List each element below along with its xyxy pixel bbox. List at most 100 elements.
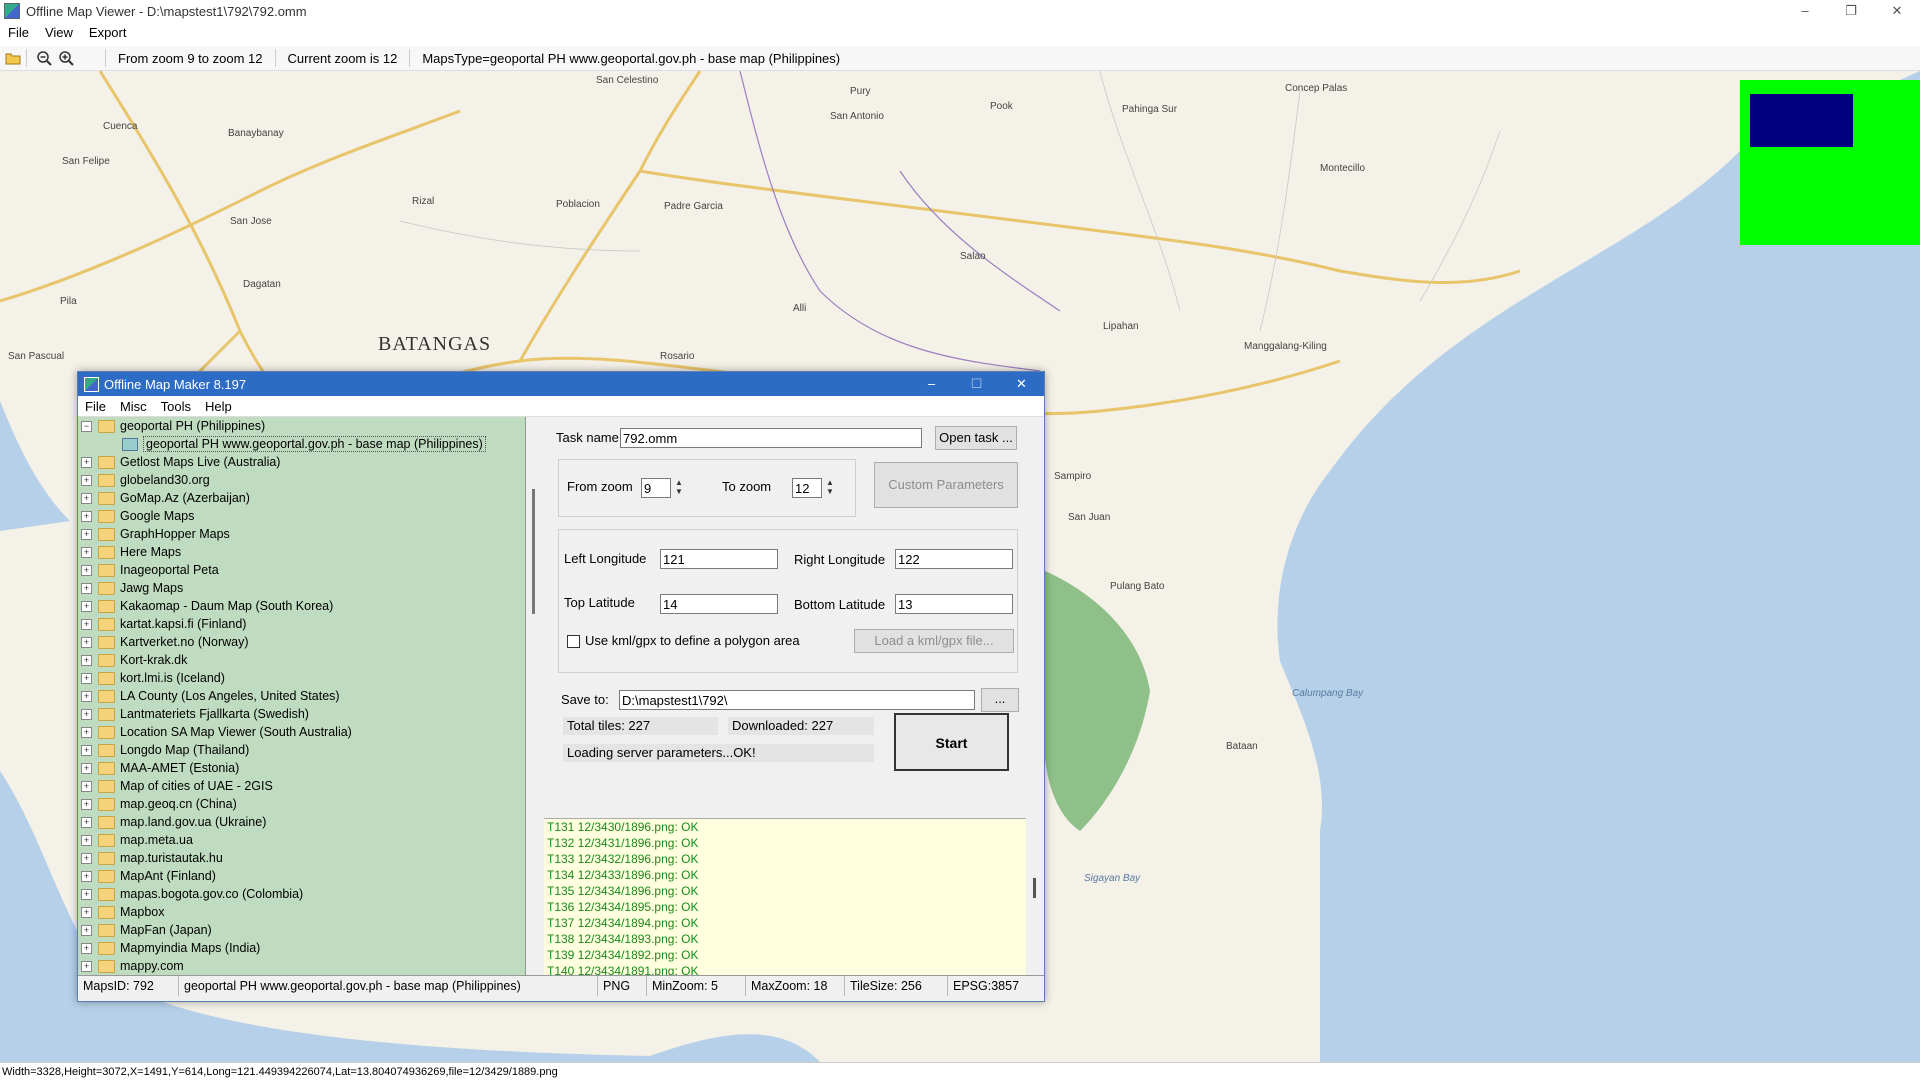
from-zoom-input[interactable]: 9 (641, 478, 671, 498)
tree-scrollbar-thumb[interactable] (532, 489, 535, 614)
close-icon[interactable]: ✕ (1874, 0, 1920, 22)
expand-icon[interactable]: + (81, 528, 92, 540)
dialog-menu-help[interactable]: Help (198, 399, 239, 414)
expand-icon[interactable]: + (81, 942, 92, 954)
to-zoom-spinner-icon[interactable]: ▲ ▼ (824, 478, 836, 498)
zoom-in-icon[interactable] (57, 49, 75, 67)
expand-icon[interactable]: + (81, 474, 92, 486)
dialog-close-icon[interactable]: ✕ (999, 372, 1044, 396)
menu-export[interactable]: Export (81, 25, 135, 40)
tree-node[interactable]: + GoMap.Az (Azerbaijan) (78, 489, 525, 507)
expand-icon[interactable]: + (81, 852, 92, 864)
expand-icon[interactable]: + (81, 510, 92, 522)
tree-node[interactable]: + Kartverket.no (Norway) (78, 633, 525, 651)
tree-scrollbar[interactable] (527, 417, 543, 975)
dialog-maximize-icon[interactable]: ☐ (954, 372, 999, 396)
tree-node[interactable]: + LA County (Los Angeles, United States) (78, 687, 525, 705)
tree-node[interactable]: + map.turistautak.hu (78, 849, 525, 867)
load-kml-button[interactable]: Load a kml/gpx file... (854, 629, 1014, 653)
expand-icon[interactable]: + (81, 456, 92, 468)
open-folder-icon[interactable] (4, 49, 22, 67)
expand-icon[interactable]: + (81, 492, 92, 504)
expand-icon[interactable]: + (81, 564, 92, 576)
expand-icon[interactable]: + (81, 744, 92, 756)
expand-icon[interactable]: + (81, 690, 92, 702)
minimap[interactable] (1740, 80, 1920, 245)
tree-node[interactable]: + Mapmyindia Maps (India) (78, 939, 525, 957)
tree-node-expanded[interactable]: − geoportal PH (Philippines) (78, 417, 525, 435)
expand-icon[interactable]: + (81, 906, 92, 918)
tree-node[interactable]: + MapAnt (Finland) (78, 867, 525, 885)
tree-node[interactable]: + Google Maps (78, 507, 525, 525)
browse-button[interactable]: ... (981, 688, 1019, 712)
expand-icon[interactable]: + (81, 600, 92, 612)
dialog-menu-tools[interactable]: Tools (154, 399, 198, 414)
tree-node[interactable]: + Jawg Maps (78, 579, 525, 597)
left-longitude-input[interactable]: 121 (660, 549, 778, 569)
top-latitude-input[interactable]: 14 (660, 594, 778, 614)
menu-file[interactable]: File (0, 25, 37, 40)
restore-icon[interactable]: ❐ (1828, 0, 1874, 22)
expand-icon[interactable]: + (81, 672, 92, 684)
dialog-menu-file[interactable]: File (78, 399, 113, 414)
tree-node[interactable]: + Here Maps (78, 543, 525, 561)
tree-node[interactable]: + map.land.gov.ua (Ukraine) (78, 813, 525, 831)
dialog-menu-misc[interactable]: Misc (113, 399, 154, 414)
custom-parameters-button[interactable]: Custom Parameters (874, 462, 1018, 508)
tree-node[interactable]: + Kakaomap - Daum Map (South Korea) (78, 597, 525, 615)
save-to-input[interactable]: D:\mapstest1\792\ (619, 690, 975, 710)
start-button[interactable]: Start (894, 713, 1009, 771)
dialog-title-bar[interactable]: Offline Map Maker 8.197 – ☐ ✕ (78, 372, 1044, 396)
minimap-viewport[interactable] (1750, 94, 1853, 147)
expand-icon[interactable]: + (81, 816, 92, 828)
tree-node[interactable]: + Getlost Maps Live (Australia) (78, 453, 525, 471)
kml-polygon-checkbox[interactable] (567, 635, 580, 648)
download-log[interactable]: T131 12/3430/1896.png: OK T132 12/3431/18… (544, 818, 1026, 976)
task-name-input[interactable]: 792.omm (620, 428, 922, 448)
expand-icon[interactable]: + (81, 960, 92, 972)
expand-icon[interactable]: + (81, 888, 92, 900)
expand-icon[interactable]: + (81, 726, 92, 738)
expand-icon[interactable]: + (81, 654, 92, 666)
log-scrollbar-thumb[interactable] (1033, 878, 1036, 898)
expand-icon[interactable]: + (81, 870, 92, 882)
expand-icon[interactable]: + (81, 798, 92, 810)
collapse-icon[interactable]: − (81, 420, 92, 432)
map-source-tree[interactable]: − geoportal PH (Philippines) geoportal P… (78, 417, 526, 975)
tree-node[interactable]: + Lantmateriets Fjallkarta (Swedish) (78, 705, 525, 723)
expand-icon[interactable]: + (81, 834, 92, 846)
expand-icon[interactable]: + (81, 762, 92, 774)
log-scrollbar[interactable] (1026, 818, 1044, 975)
tree-node[interactable]: + Mapbox (78, 903, 525, 921)
tree-node[interactable]: + GraphHopper Maps (78, 525, 525, 543)
from-zoom-spinner-icon[interactable]: ▲ ▼ (673, 478, 685, 498)
tree-node[interactable]: + Map of cities of UAE - 2GIS (78, 777, 525, 795)
expand-icon[interactable]: + (81, 708, 92, 720)
expand-icon[interactable]: + (81, 636, 92, 648)
tree-node[interactable]: + kort.lmi.is (Iceland) (78, 669, 525, 687)
expand-icon[interactable]: + (81, 924, 92, 936)
tree-node[interactable]: + Inageoportal Peta (78, 561, 525, 579)
tree-node[interactable]: + globeland30.org (78, 471, 525, 489)
tree-node[interactable]: + MapFan (Japan) (78, 921, 525, 939)
tree-node[interactable]: + MAA-AMET (Estonia) (78, 759, 525, 777)
bottom-latitude-input[interactable]: 13 (895, 594, 1013, 614)
zoom-out-icon[interactable] (35, 49, 53, 67)
expand-icon[interactable]: + (81, 618, 92, 630)
tree-node[interactable]: + Location SA Map Viewer (South Australia… (78, 723, 525, 741)
expand-icon[interactable]: + (81, 582, 92, 594)
expand-icon[interactable]: + (81, 546, 92, 558)
minimize-icon[interactable]: – (1782, 0, 1828, 22)
tree-node[interactable]: + mappy.com (78, 957, 525, 975)
menu-view[interactable]: View (37, 25, 81, 40)
tree-node[interactable]: + Longdo Map (Thailand) (78, 741, 525, 759)
tree-node[interactable]: + map.meta.ua (78, 831, 525, 849)
to-zoom-input[interactable]: 12 (792, 478, 822, 498)
tree-node[interactable]: + mapas.bogota.gov.co (Colombia) (78, 885, 525, 903)
tree-node[interactable]: + map.geoq.cn (China) (78, 795, 525, 813)
dialog-minimize-icon[interactable]: – (909, 372, 954, 396)
open-task-button[interactable]: Open task ... (935, 426, 1017, 450)
tree-node[interactable]: + Kort-krak.dk (78, 651, 525, 669)
tree-node-selected-map[interactable]: geoportal PH www.geoportal.gov.ph - base… (78, 435, 525, 453)
right-longitude-input[interactable]: 122 (895, 549, 1013, 569)
